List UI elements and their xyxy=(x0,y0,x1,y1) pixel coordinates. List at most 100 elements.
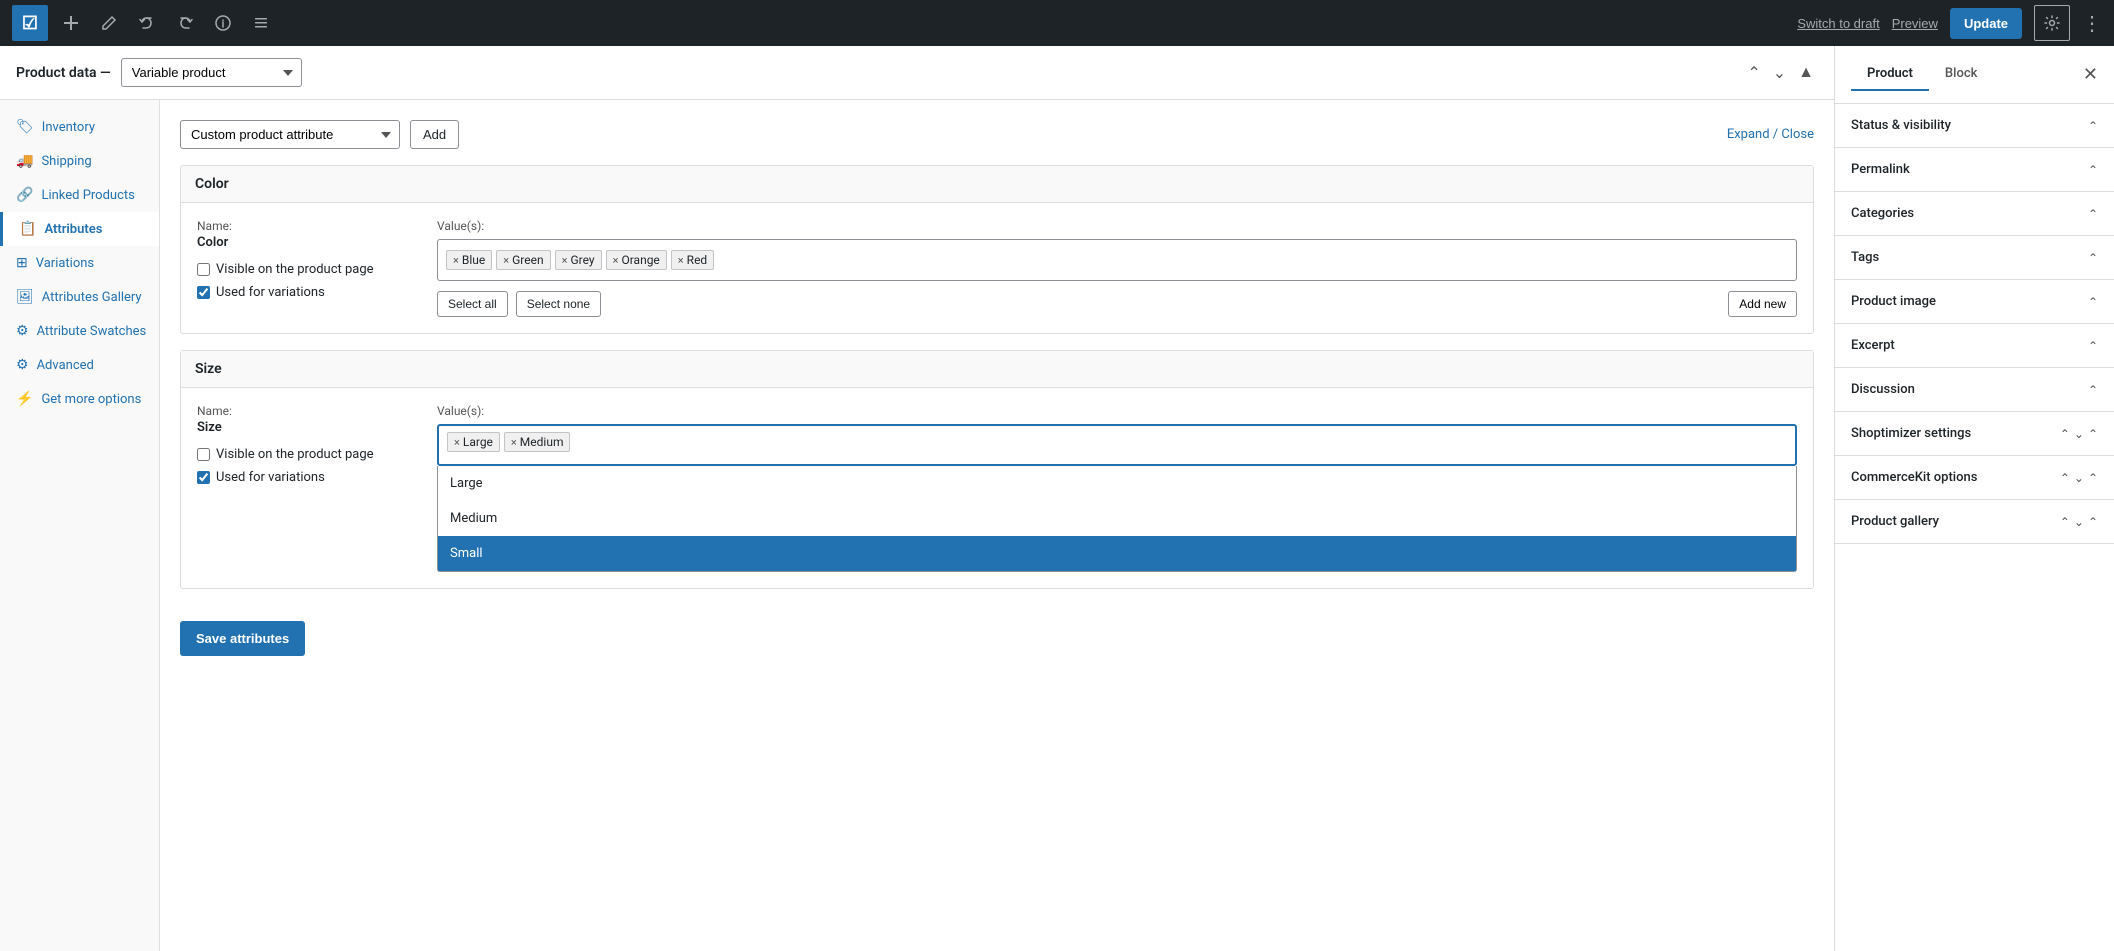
sidebar-item-advanced[interactable]: ⚙ Advanced xyxy=(0,348,159,382)
remove-large-button[interactable]: × xyxy=(454,436,460,449)
attribute-type-select[interactable]: Custom product attribute xyxy=(180,120,400,149)
right-sidebar: Product Block ✕ Status & visibility ⌃ Pe… xyxy=(1834,46,2114,951)
attribute-swatches-icon: ⚙ xyxy=(16,323,29,339)
add-new-button[interactable] xyxy=(56,8,86,38)
color-visible-checkbox[interactable] xyxy=(197,263,210,276)
color-name-label: Name: xyxy=(197,219,417,233)
size-variations-checkbox-row[interactable]: Used for variations xyxy=(197,470,417,485)
color-name-value: Color xyxy=(197,235,417,250)
main-toolbar: ☑ Switch to draft Preview Update ⋮ xyxy=(0,0,2114,46)
remove-grey-button[interactable]: × xyxy=(562,254,568,267)
size-option-large[interactable]: Large xyxy=(438,466,1796,501)
color-select-none-button[interactable]: Select none xyxy=(516,291,601,317)
size-variations-checkbox[interactable] xyxy=(197,471,210,484)
sidebar-item-attributes-gallery[interactable]: 🖼 Attributes Gallery xyxy=(0,280,159,314)
remove-medium-button[interactable]: × xyxy=(511,436,517,449)
sidebar-close-button[interactable]: ✕ xyxy=(2083,64,2098,85)
product-image-chevron-icon: ⌃ xyxy=(2088,295,2098,309)
inventory-icon: 🏷 xyxy=(16,119,34,135)
product-type-select[interactable]: Variable product Simple product Grouped … xyxy=(121,58,302,87)
excerpt-header[interactable]: Excerpt ⌃ xyxy=(1835,324,2114,367)
size-tag-medium: × Medium xyxy=(504,432,571,452)
color-select-all-button[interactable]: Select all xyxy=(437,291,508,317)
discussion-header[interactable]: Discussion ⌃ xyxy=(1835,368,2114,411)
commercekit-toggle-button[interactable]: ⌃ xyxy=(2088,471,2098,485)
sidebar-section-tags: Tags ⌃ xyxy=(1835,236,2114,280)
shoptimizer-expand-button[interactable]: ⌄ xyxy=(2074,427,2084,441)
sidebar-item-linked-products[interactable]: 🔗 Linked Products xyxy=(0,178,159,212)
sidebar-section-permalink: Permalink ⌃ xyxy=(1835,148,2114,192)
collapse-down-button[interactable]: ⌄ xyxy=(1769,59,1790,87)
categories-header[interactable]: Categories ⌃ xyxy=(1835,192,2114,235)
size-visible-checkbox[interactable] xyxy=(197,448,210,461)
product-gallery-controls: ⌃ ⌄ ⌃ xyxy=(2060,515,2098,529)
product-image-header[interactable]: Product image ⌃ xyxy=(1835,280,2114,323)
product-gallery-expand-button[interactable]: ⌄ xyxy=(2074,515,2084,529)
permalink-header[interactable]: Permalink ⌃ xyxy=(1835,148,2114,191)
get-more-options-icon: ⚡ xyxy=(16,391,33,407)
tags-header[interactable]: Tags ⌃ xyxy=(1835,236,2114,279)
collapse-toggle-button[interactable]: ▲ xyxy=(1794,59,1818,87)
advanced-icon: ⚙ xyxy=(16,357,29,373)
list-view-button[interactable] xyxy=(246,8,276,38)
shoptimizer-collapse-button[interactable]: ⌃ xyxy=(2060,427,2070,441)
sidebar-item-attributes[interactable]: 📋 Attributes xyxy=(0,212,159,246)
expand-close-link[interactable]: Expand / Close xyxy=(1727,127,1814,142)
commercekit-collapse-button[interactable]: ⌃ xyxy=(2060,471,2070,485)
header-chevrons: ⌃ ⌄ ▲ xyxy=(1743,59,1818,87)
color-variations-checkbox-row[interactable]: Used for variations xyxy=(197,285,417,300)
sidebar-section-product-gallery: Product gallery ⌃ ⌄ ⌃ xyxy=(1835,500,2114,544)
collapse-up-button[interactable]: ⌃ xyxy=(1743,59,1764,87)
redo-button[interactable] xyxy=(170,8,200,38)
size-attribute-block: Size Name: Size Visible on the product p… xyxy=(180,350,1814,589)
size-visible-checkbox-row[interactable]: Visible on the product page xyxy=(197,447,417,462)
color-variations-checkbox[interactable] xyxy=(197,286,210,299)
commercekit-expand-button[interactable]: ⌄ xyxy=(2074,471,2084,485)
product-gallery-collapse-button[interactable]: ⌃ xyxy=(2060,515,2070,529)
more-options-button[interactable]: ⋮ xyxy=(2082,11,2102,35)
size-option-small[interactable]: Small xyxy=(438,536,1796,571)
save-attributes-button[interactable]: Save attributes xyxy=(180,621,305,656)
product-gallery-toggle-button[interactable]: ⌃ xyxy=(2088,515,2098,529)
color-tags-input[interactable]: × Blue × Green × Grey xyxy=(437,239,1797,281)
size-dropdown-options: Large Medium Small xyxy=(437,466,1797,572)
sidebar-section-categories: Categories ⌃ xyxy=(1835,192,2114,236)
shoptimizer-controls: ⌃ ⌄ ⌃ xyxy=(2060,427,2098,441)
color-add-new-button[interactable]: Add new xyxy=(1728,291,1797,317)
size-tags-input[interactable]: × Large × Medium xyxy=(437,424,1797,466)
color-values-label: Value(s): xyxy=(437,219,1797,233)
undo-button[interactable] xyxy=(132,8,162,38)
size-values-col: Value(s): × Large × Medium xyxy=(437,404,1797,572)
size-option-medium[interactable]: Medium xyxy=(438,501,1796,536)
remove-red-button[interactable]: × xyxy=(678,254,684,267)
update-button[interactable]: Update xyxy=(1950,8,2022,39)
sidebar-item-get-more-options[interactable]: ⚡ Get more options xyxy=(0,382,159,416)
linked-products-icon: 🔗 xyxy=(16,187,33,203)
tab-product[interactable]: Product xyxy=(1851,58,1929,91)
color-tag-orange: × Orange xyxy=(606,250,667,270)
add-attribute-button[interactable]: Add xyxy=(410,120,459,149)
tab-block[interactable]: Block xyxy=(1929,58,1993,91)
color-block-body: Name: Color Visible on the product page … xyxy=(181,203,1813,333)
color-visible-checkbox-row[interactable]: Visible on the product page xyxy=(197,262,417,277)
permalink-chevron-icon: ⌃ xyxy=(2088,163,2098,177)
color-tag-blue: × Blue xyxy=(446,250,492,270)
sidebar-item-shipping[interactable]: 🚚 Shipping xyxy=(0,144,159,178)
remove-blue-button[interactable]: × xyxy=(453,254,459,267)
switch-to-draft-button[interactable]: Switch to draft xyxy=(1797,16,1879,31)
shoptimizer-toggle-button[interactable]: ⌃ xyxy=(2088,427,2098,441)
size-options: Visible on the product page Used for var… xyxy=(197,447,417,485)
preview-button[interactable]: Preview xyxy=(1892,16,1938,31)
settings-gear-button[interactable] xyxy=(2034,5,2070,41)
status-visibility-header[interactable]: Status & visibility ⌃ xyxy=(1835,104,2114,147)
remove-orange-button[interactable]: × xyxy=(613,254,619,267)
sidebar-item-inventory[interactable]: 🏷 Inventory xyxy=(0,110,159,144)
sidebar-section-commercekit: CommerceKit options ⌃ ⌄ ⌃ xyxy=(1835,456,2114,500)
sidebar-item-variations[interactable]: ⊞ Variations xyxy=(0,246,159,280)
sidebar-item-attribute-swatches[interactable]: ⚙ Attribute Swatches xyxy=(0,314,159,348)
color-options: Visible on the product page Used for var… xyxy=(197,262,417,300)
remove-green-button[interactable]: × xyxy=(503,254,509,267)
edit-button[interactable] xyxy=(94,8,124,38)
info-button[interactable] xyxy=(208,8,238,38)
excerpt-chevron-icon: ⌃ xyxy=(2088,339,2098,353)
